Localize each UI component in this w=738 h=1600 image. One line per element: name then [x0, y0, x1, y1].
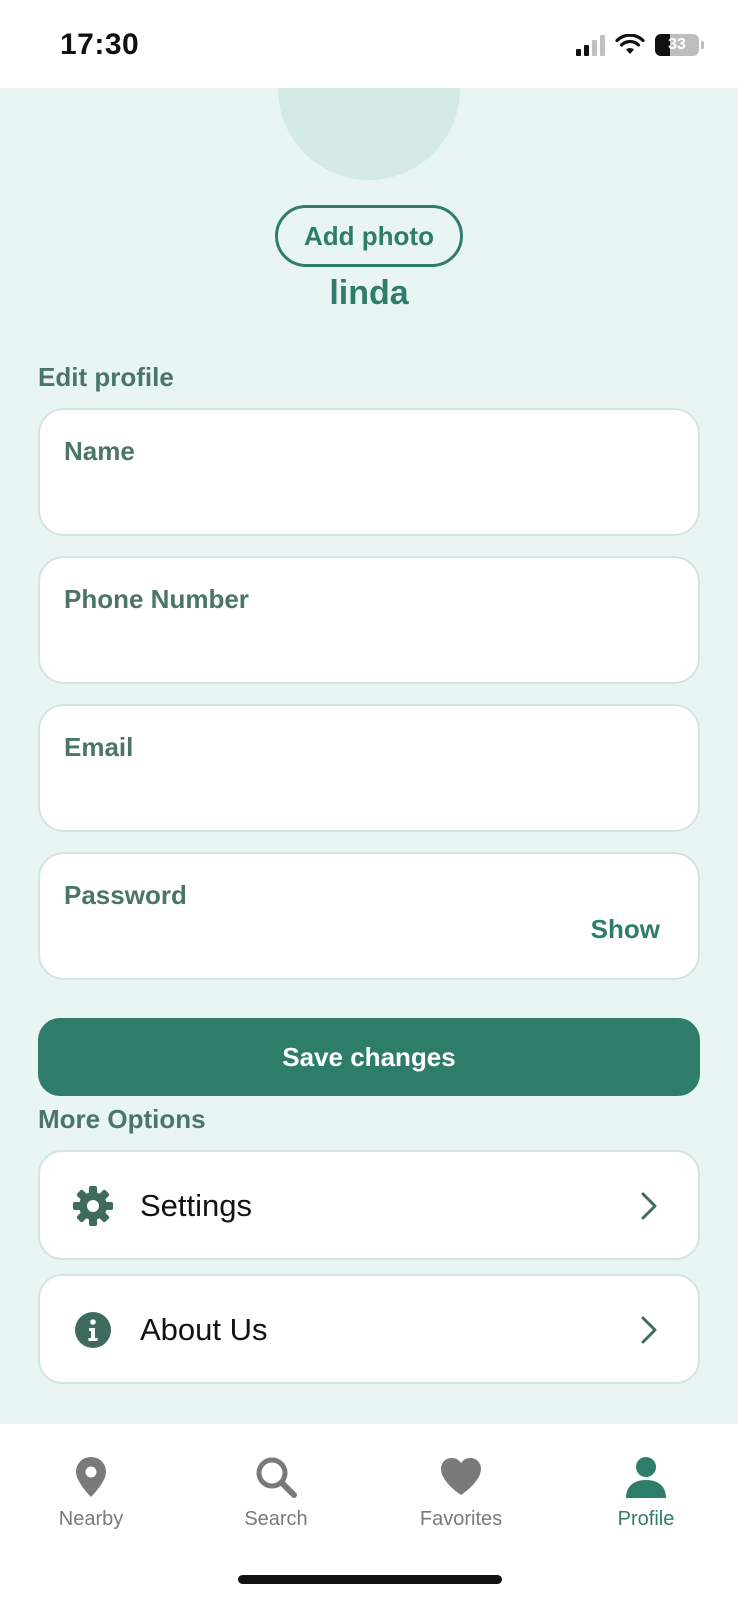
avatar[interactable] — [278, 88, 460, 180]
bottom-nav: Nearby Search Favorites Profile — [0, 1424, 738, 1600]
heart-icon — [441, 1458, 481, 1495]
password-field-label: Password — [64, 880, 187, 910]
settings-label: Settings — [140, 1188, 253, 1223]
nav-label-favorites: Favorites — [419, 1508, 503, 1530]
map-pin-icon — [76, 1457, 106, 1497]
gear-icon — [73, 1186, 113, 1226]
username: linda — [329, 274, 409, 312]
chevron-right-icon — [641, 1192, 657, 1220]
nav-label-search: Search — [244, 1508, 308, 1530]
settings-option[interactable]: Settings — [38, 1150, 700, 1260]
cellular-signal-icon — [576, 34, 605, 56]
home-indicator — [238, 1575, 502, 1584]
wifi-icon — [615, 34, 645, 54]
nav-item-favorites[interactable]: Favorites — [381, 1454, 541, 1531]
password-field[interactable]: Password Show — [38, 852, 700, 980]
add-photo-button[interactable]: Add photo — [275, 205, 463, 267]
about-us-label: About Us — [140, 1312, 268, 1347]
save-changes-button[interactable]: Save changes — [38, 1018, 700, 1096]
profile-screen: Add photo linda Edit profile Name Phone … — [0, 88, 738, 1424]
status-bar: 17:30 33 — [0, 0, 738, 88]
battery-icon: 33 — [655, 34, 699, 56]
email-field[interactable]: Email — [38, 704, 700, 832]
about-us-option[interactable]: About Us — [38, 1274, 700, 1384]
battery-tip — [701, 41, 704, 49]
edit-profile-title: Edit profile — [38, 362, 174, 392]
name-field[interactable]: Name — [38, 408, 700, 536]
status-time: 17:30 — [60, 28, 140, 61]
name-field-label: Name — [64, 436, 135, 466]
info-icon — [75, 1312, 111, 1348]
status-icons: 33 — [576, 34, 704, 56]
nav-label-profile: Profile — [617, 1508, 675, 1530]
phone-field-label: Phone Number — [64, 584, 249, 614]
user-icon — [626, 1457, 666, 1498]
more-options-title: More Options — [38, 1104, 206, 1134]
chevron-right-icon — [641, 1316, 657, 1344]
nav-item-search[interactable]: Search — [196, 1454, 356, 1531]
battery-level: 33 — [668, 36, 686, 53]
nav-item-profile[interactable]: Profile — [566, 1454, 726, 1531]
nav-item-nearby[interactable]: Nearby — [11, 1454, 171, 1531]
show-password-button[interactable]: Show — [591, 914, 660, 945]
search-icon — [256, 1457, 297, 1498]
email-field-label: Email — [64, 732, 134, 762]
phone-field[interactable]: Phone Number — [38, 556, 700, 684]
nav-label-nearby: Nearby — [58, 1508, 124, 1530]
